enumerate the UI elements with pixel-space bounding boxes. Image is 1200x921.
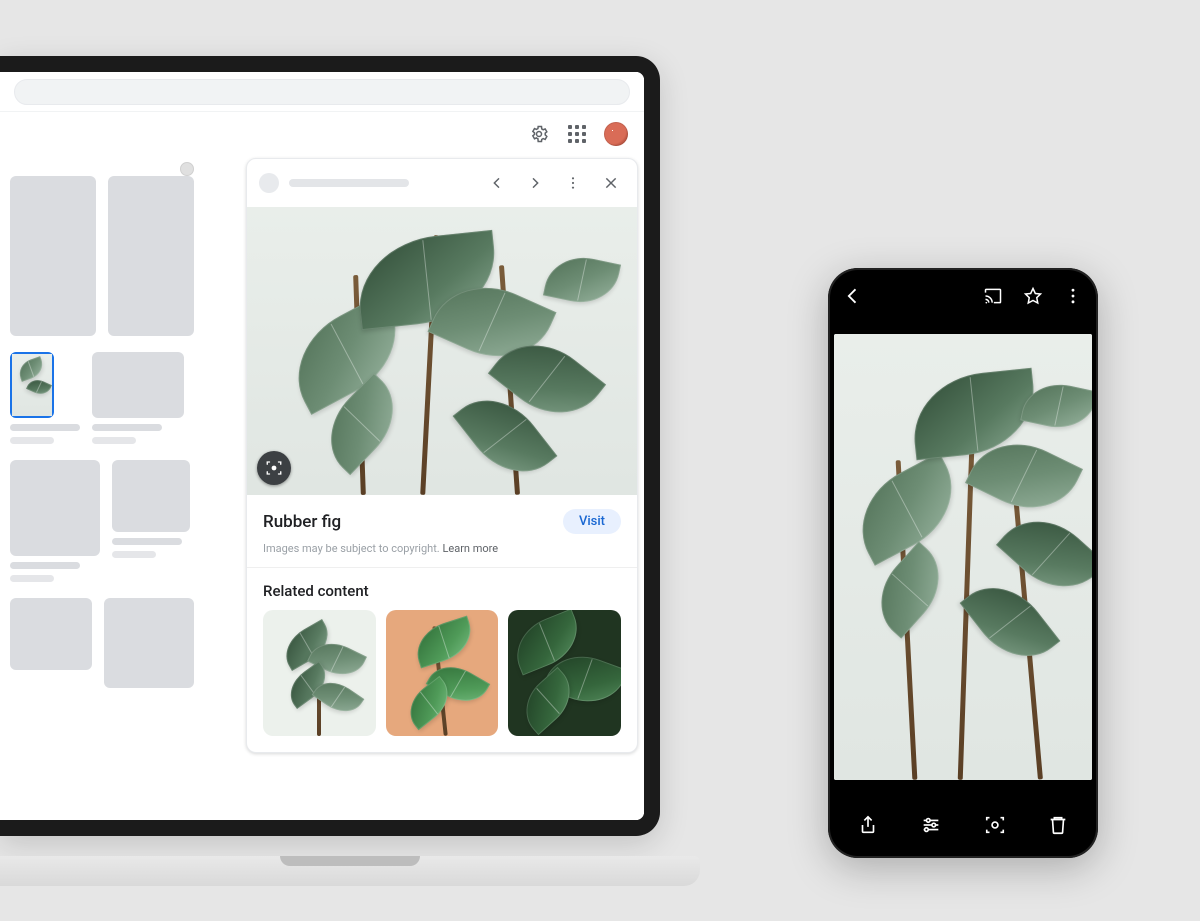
- preview-title: Rubber fig: [263, 512, 341, 532]
- prev-image-icon[interactable]: [483, 169, 511, 197]
- result-thumb[interactable]: [92, 352, 184, 418]
- info-icon[interactable]: [180, 162, 194, 176]
- address-field-placeholder[interactable]: [14, 79, 630, 105]
- cast-icon[interactable]: [982, 285, 1004, 307]
- result-caption-bar: [10, 562, 80, 569]
- result-thumb[interactable]: [104, 598, 194, 688]
- result-caption-bar: [112, 551, 156, 558]
- result-thumb[interactable]: [112, 460, 190, 532]
- result-caption-bar: [10, 437, 54, 444]
- trash-icon[interactable]: [1045, 812, 1071, 838]
- learn-more-link[interactable]: Learn more: [442, 542, 498, 555]
- browser-window: Rubber fig Visit Images may be subject t…: [0, 72, 644, 820]
- related-thumb[interactable]: [508, 610, 621, 736]
- related-heading: Related content: [247, 568, 637, 610]
- copyright-line: Images may be subject to copyright. Lear…: [247, 542, 637, 567]
- share-icon[interactable]: [855, 812, 881, 838]
- result-caption-bar: [112, 538, 182, 545]
- preview-image[interactable]: [247, 207, 637, 495]
- result-thumb[interactable]: [10, 460, 100, 556]
- star-outline-icon[interactable]: [1022, 285, 1044, 307]
- source-site-name-placeholder: [289, 179, 409, 187]
- results-workspace: Rubber fig Visit Images may be subject t…: [0, 156, 644, 820]
- browser-address-bar: [0, 72, 644, 112]
- visit-button[interactable]: Visit: [563, 509, 621, 534]
- more-vert-icon[interactable]: [559, 169, 587, 197]
- result-thumb[interactable]: [10, 176, 96, 336]
- image-preview-panel: Rubber fig Visit Images may be subject t…: [246, 158, 638, 753]
- result-caption-bar: [92, 437, 136, 444]
- panel-header: [247, 159, 637, 207]
- laptop-base: [0, 856, 700, 886]
- phone-mock: [828, 268, 1098, 858]
- phone-photo[interactable]: [834, 334, 1092, 780]
- close-icon[interactable]: [597, 169, 625, 197]
- preview-title-row: Rubber fig Visit: [247, 495, 637, 542]
- app-top-bar: [0, 112, 644, 156]
- more-vert-icon[interactable]: [1062, 285, 1084, 307]
- result-caption-bar: [10, 424, 80, 431]
- lens-icon[interactable]: [257, 451, 291, 485]
- related-thumb[interactable]: [263, 610, 376, 736]
- profile-avatar[interactable]: [604, 122, 628, 146]
- settings-icon[interactable]: [528, 123, 550, 145]
- result-caption-bar: [10, 575, 54, 582]
- result-caption-bar: [92, 424, 162, 431]
- phone-top-bar: [828, 268, 1098, 324]
- copyright-text: Images may be subject to copyright.: [263, 542, 440, 555]
- source-site-avatar[interactable]: [259, 173, 279, 193]
- related-thumbnails: [247, 610, 637, 752]
- laptop-screen: Rubber fig Visit Images may be subject t…: [0, 56, 660, 836]
- result-thumb[interactable]: [108, 176, 194, 336]
- phone-bottom-bar: [828, 792, 1098, 858]
- apps-grid-icon[interactable]: [566, 123, 588, 145]
- edit-sliders-icon[interactable]: [918, 812, 944, 838]
- results-grid: [0, 156, 200, 820]
- next-image-icon[interactable]: [521, 169, 549, 197]
- related-thumb[interactable]: [386, 610, 499, 736]
- lens-icon[interactable]: [982, 812, 1008, 838]
- back-icon[interactable]: [842, 285, 864, 307]
- result-thumb-selected[interactable]: [10, 352, 54, 418]
- laptop-mock: Rubber fig Visit Images may be subject t…: [0, 56, 690, 886]
- result-thumb[interactable]: [10, 598, 92, 670]
